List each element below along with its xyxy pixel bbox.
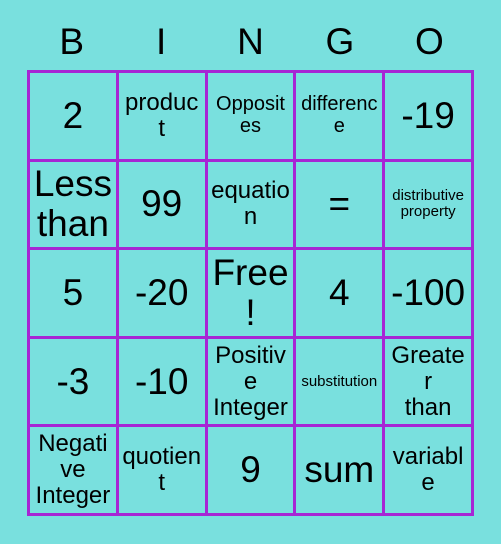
bingo-cell[interactable]: 5	[30, 250, 119, 339]
bingo-cell-label: Less than	[33, 163, 112, 245]
bingo-cell-label: Free!	[212, 252, 289, 333]
bingo-cell[interactable]: 9	[207, 427, 297, 516]
bingo-cell[interactable]: equation	[207, 161, 297, 251]
bingo-cell[interactable]: difference	[296, 73, 386, 162]
bingo-cell[interactable]: product	[118, 73, 208, 162]
bingo-cell[interactable]: =	[296, 161, 386, 251]
bingo-free-space-cell[interactable]: Free!	[207, 250, 297, 339]
bingo-cell-label: difference	[301, 93, 378, 137]
bingo-cell[interactable]: Greater than	[385, 338, 474, 428]
bingo-cell[interactable]: Positive Integer	[207, 338, 297, 428]
bingo-cell[interactable]: substitution	[296, 338, 386, 428]
bingo-cell[interactable]: 4	[296, 250, 386, 339]
bingo-cell-label: -20	[134, 272, 189, 314]
bingo-cell[interactable]: 2	[30, 73, 119, 162]
bingo-grid: 2 product Opposites difference -19 Less than 9…	[27, 70, 474, 516]
bingo-cell-label: -100	[391, 272, 466, 314]
bingo-header-letter-n: N	[237, 20, 264, 62]
bingo-cell[interactable]: Negative Integer	[30, 427, 119, 516]
bingo-cell[interactable]: -19	[385, 73, 474, 162]
bingo-header-letter-b: B	[59, 20, 85, 62]
bingo-cell[interactable]: -100	[385, 250, 474, 339]
bingo-cell-label: Negative Integer	[35, 430, 111, 510]
bingo-header-letter-g: G	[325, 20, 355, 62]
bingo-cell-label: 2	[62, 94, 84, 136]
bingo-cell-label: 4	[329, 272, 350, 314]
bingo-cell-label: equation	[211, 177, 290, 231]
bingo-cell[interactable]: distributive property	[385, 161, 474, 251]
bingo-cell-label: -19	[401, 94, 455, 136]
bingo-cell-label: variable	[392, 443, 464, 497]
bingo-header-letter-i: I	[155, 20, 167, 62]
bingo-cell[interactable]: 99	[118, 161, 208, 251]
bingo-cell-label: 99	[141, 183, 183, 225]
bingo-header-letter-o: O	[414, 20, 444, 62]
bingo-cell-label: substitution	[301, 372, 378, 390]
bingo-header-row: BINGO	[27, 14, 474, 68]
bingo-cell[interactable]: -10	[118, 338, 208, 428]
bingo-cell[interactable]: quotient	[118, 427, 208, 516]
bingo-cell-label: 9	[240, 449, 261, 491]
bingo-cell-label: distributive property	[392, 187, 464, 221]
bingo-cell-label: quotient	[122, 443, 202, 497]
bingo-cell-label: Opposites	[216, 93, 285, 137]
bingo-cell-label: product	[125, 88, 199, 142]
bingo-cell-label: -3	[56, 360, 90, 402]
bingo-cell[interactable]: variable	[385, 427, 474, 516]
bingo-card: B I N G O 2 product Opposites difference -19 Less…	[0, 0, 501, 544]
bingo-cell[interactable]: Less than	[30, 161, 119, 251]
bingo-cell-label: 5	[62, 272, 84, 314]
bingo-cell-label: Positive Integer	[213, 341, 288, 421]
bingo-cell[interactable]: -3	[30, 338, 119, 428]
bingo-cell-label: -10	[134, 360, 189, 402]
bingo-cell-label: =	[328, 183, 351, 225]
bingo-cell[interactable]: -20	[118, 250, 208, 339]
bingo-cell[interactable]: sum	[296, 427, 386, 516]
bingo-cell[interactable]: Opposites	[207, 73, 297, 162]
bingo-cell-label: sum	[304, 449, 375, 491]
bingo-cell-label: Greater than	[391, 341, 465, 421]
